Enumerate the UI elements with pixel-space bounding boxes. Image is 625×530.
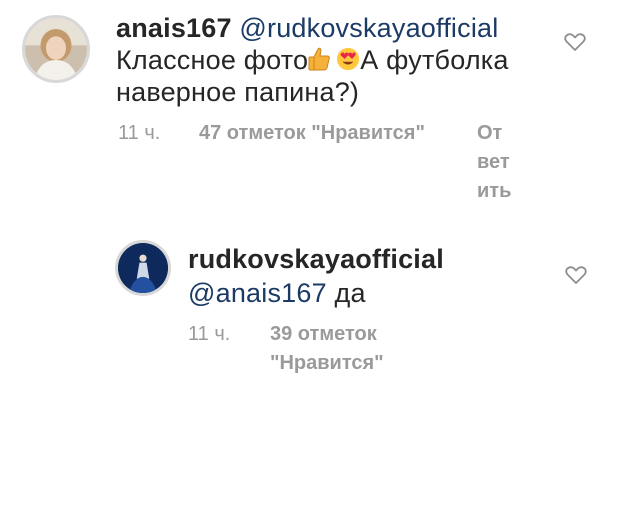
reply-label-part: ить	[477, 180, 512, 202]
comment-time: 11 ч.	[188, 323, 231, 345]
comment-likes[interactable]: 39 отметок "Нравится"	[270, 320, 384, 378]
comment-text: наверное папина?)	[116, 77, 360, 107]
reply-button[interactable]: От вет ить	[477, 119, 511, 206]
comment-text: да	[334, 278, 366, 308]
thumbs-up-icon	[308, 46, 332, 72]
reply-text-line: @anais167 да	[188, 277, 366, 310]
reply-body: rudkovskayaofficial	[188, 243, 444, 276]
comment-text-line-2: наверное папина?)	[116, 76, 359, 109]
comment-text: А футболка	[360, 45, 509, 75]
comment-likes[interactable]: 47 отметок "Нравится"	[199, 119, 425, 148]
avatar-photo-icon	[25, 18, 87, 80]
heart-outline-icon[interactable]	[564, 32, 586, 52]
reply-label-part: От	[477, 122, 503, 144]
likes-label-part: 39 отметок	[270, 323, 377, 345]
likes-label-part: "Нравится"	[270, 352, 384, 374]
comment-body: anais167 @rudkovskaya­official	[116, 12, 498, 45]
heart-outline-icon[interactable]	[565, 265, 587, 285]
comment-mention[interactable]: @anais167	[188, 278, 327, 308]
comment-text: Классное фото	[116, 45, 309, 75]
avatar[interactable]	[115, 240, 171, 296]
comment-time: 11 ч.	[118, 122, 161, 144]
heart-eyes-icon	[336, 46, 360, 72]
avatar-photo-icon	[118, 243, 168, 293]
comment-username[interactable]: anais167	[116, 13, 232, 43]
avatar[interactable]	[22, 15, 90, 83]
comment-mention[interactable]: @rudkovskaya­official	[239, 13, 498, 43]
reply-label-part: вет	[477, 151, 510, 173]
comment-username[interactable]: rudkovskayaofficial	[188, 244, 444, 274]
comment-text-line-1: Классное фото А футболка	[116, 44, 509, 77]
